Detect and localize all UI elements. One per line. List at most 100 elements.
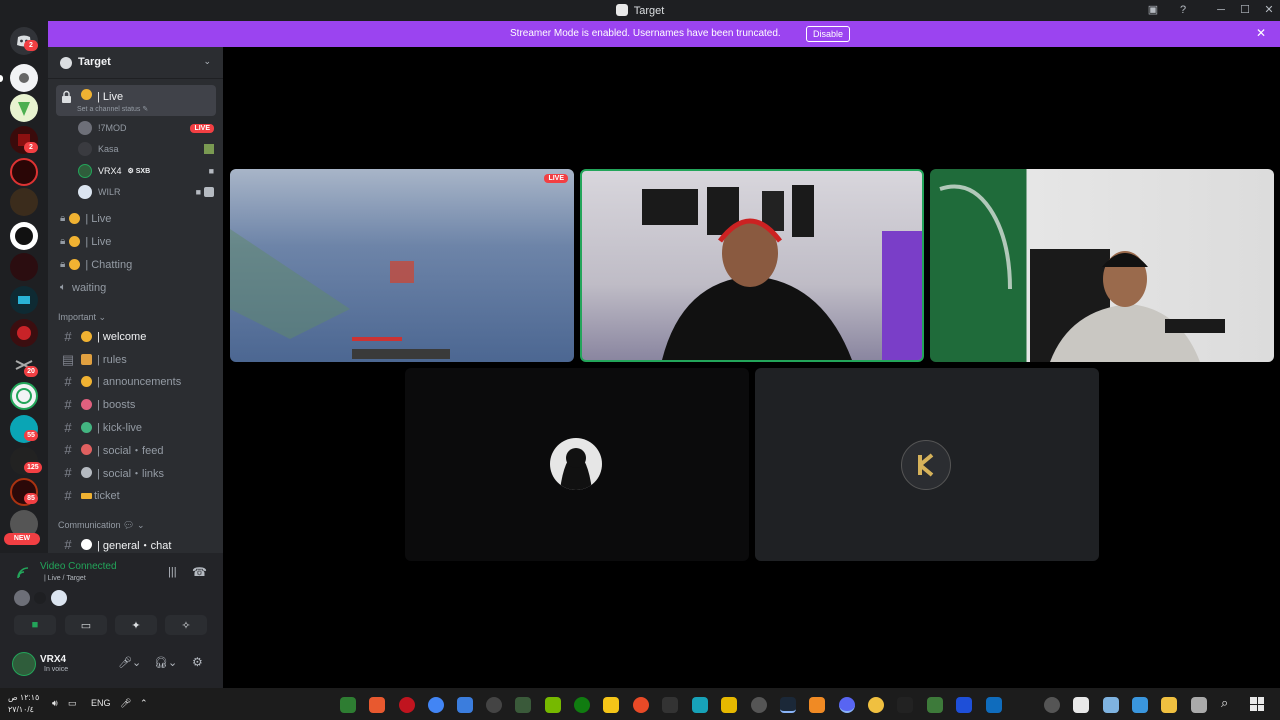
voice-status[interactable]: Video Connected	[40, 561, 117, 572]
server-icon[interactable]	[10, 319, 38, 347]
mic-icon[interactable]: 🎤︎⌄	[118, 656, 141, 669]
capcut-icon[interactable]	[897, 697, 913, 713]
text-channel[interactable]: # | announcements	[56, 371, 216, 392]
settings-icon[interactable]	[1044, 697, 1060, 713]
mic-icon[interactable]: 🎤︎	[120, 698, 131, 709]
steam-icon[interactable]	[780, 697, 796, 713]
task-view-icon[interactable]	[1191, 697, 1207, 713]
voice-channel[interactable]: 🔒︎ | Chatting	[56, 254, 216, 275]
text-channel[interactable]: # | kick-live	[56, 417, 216, 438]
channel-status-hint[interactable]: Set a channel status	[77, 106, 140, 113]
avatar[interactable]	[34, 592, 46, 604]
voice-channel[interactable]: 🔒︎ | Live	[56, 231, 216, 252]
text-channel[interactable]: # | social・feed	[56, 439, 216, 460]
server-icon[interactable]	[10, 64, 38, 92]
app-icon[interactable]	[868, 697, 884, 713]
server-header[interactable]: Target ⌄	[48, 47, 223, 79]
rockstar-icon[interactable]	[721, 697, 737, 713]
epic-games-icon[interactable]	[662, 697, 678, 713]
app-icon[interactable]	[369, 697, 385, 713]
text-channel[interactable]: # | welcome	[56, 326, 216, 347]
server-icon[interactable]	[10, 253, 38, 281]
camera-tile-speaking[interactable]	[580, 169, 924, 362]
close-icon[interactable]: ✕	[1256, 26, 1266, 40]
category-header[interactable]: Important ⌄	[58, 312, 106, 323]
search-icon[interactable]: ⌕	[1221, 695, 1228, 711]
voice-channel-active[interactable]: | Live Set a channel status ✎	[56, 85, 216, 116]
screen-share-button[interactable]: ▭	[65, 615, 107, 635]
app-icon[interactable]	[956, 697, 972, 713]
text-channel[interactable]: # | general・chat	[56, 534, 216, 555]
app-icon[interactable]	[603, 697, 619, 713]
file-explorer-icon[interactable]	[1161, 697, 1177, 713]
voice-channel[interactable]: 🔈︎ waiting	[56, 277, 216, 298]
user-name[interactable]: VRX4	[40, 654, 66, 665]
pencil-icon[interactable]: ✎	[142, 106, 148, 113]
app-icon[interactable]	[1073, 697, 1089, 713]
server-icon[interactable]	[10, 188, 38, 216]
inbox-icon[interactable]: ▣	[1145, 3, 1161, 17]
avatar-tile[interactable]	[405, 368, 749, 561]
windows-icon[interactable]	[1250, 697, 1264, 711]
help-icon[interactable]: ?	[1175, 3, 1191, 17]
app-icon[interactable]	[809, 697, 825, 713]
server-icon[interactable]	[10, 286, 38, 314]
headphones-icon[interactable]: 🎧︎⌄	[154, 656, 177, 669]
app-icon[interactable]	[457, 697, 473, 713]
discord-icon[interactable]	[839, 697, 855, 713]
maximize-button[interactable]: ☐	[1237, 3, 1253, 17]
server-icon[interactable]	[10, 94, 38, 122]
text-channel[interactable]: # ticket	[56, 485, 216, 506]
app-icon[interactable]	[633, 697, 649, 713]
noise-suppression-icon[interactable]: |||	[168, 566, 177, 578]
app-icon[interactable]	[692, 697, 708, 713]
avatar[interactable]	[14, 590, 30, 606]
signal-icon[interactable]	[16, 566, 30, 580]
server-icon[interactable]	[10, 222, 38, 250]
soundboard-button[interactable]: ✧	[165, 615, 207, 635]
outlook-icon[interactable]	[986, 697, 1002, 713]
app-icon[interactable]	[515, 697, 531, 713]
camera-tile[interactable]	[930, 169, 1274, 362]
app-icon[interactable]	[1103, 697, 1119, 713]
close-window-button[interactable]: ✕	[1261, 3, 1277, 17]
text-channel[interactable]: # | social・links	[56, 462, 216, 483]
avatar[interactable]	[51, 590, 67, 606]
user-avatar[interactable]	[12, 652, 36, 676]
stream-tile[interactable]: LIVE	[230, 169, 574, 362]
voice-user[interactable]: WILR ■	[78, 182, 214, 202]
volume-icon[interactable]: 🔊︎	[52, 698, 58, 709]
text-channel[interactable]: ▤ | rules	[56, 349, 216, 370]
voice-user[interactable]: !7MOD LIVE	[78, 118, 214, 138]
opera-icon[interactable]	[399, 697, 415, 713]
text-channel[interactable]: # | boosts	[56, 394, 216, 415]
language-indicator[interactable]: ENG	[91, 698, 111, 708]
app-icon[interactable]	[927, 697, 943, 713]
server-icon[interactable]	[10, 382, 38, 410]
server-icon[interactable]	[10, 158, 38, 186]
xbox-icon[interactable]	[574, 697, 590, 713]
chevron-up-icon[interactable]: ⌃	[140, 698, 148, 709]
voice-location[interactable]: | Live / Target	[44, 575, 86, 582]
disable-button[interactable]: Disable	[806, 26, 851, 42]
clock-time[interactable]: ١٢:١٥ ص	[8, 693, 39, 702]
voice-channel[interactable]: 🔒︎ | Live	[56, 208, 216, 229]
app-icon[interactable]	[1132, 697, 1148, 713]
category-header[interactable]: Communication 💬︎ ⌄	[58, 520, 145, 531]
app-icon[interactable]	[751, 697, 767, 713]
disconnect-icon[interactable]: ☎︎	[192, 565, 207, 579]
nvidia-icon[interactable]	[545, 697, 561, 713]
chrome-icon[interactable]	[428, 697, 444, 713]
app-icon[interactable]	[340, 697, 356, 713]
app-icon[interactable]	[486, 697, 502, 713]
minimize-button[interactable]: ─	[1213, 3, 1229, 17]
voice-user[interactable]: VRX4 ⚙ SXB ■	[78, 161, 214, 181]
activity-button[interactable]: ✦	[115, 615, 157, 635]
camera-button[interactable]: ■	[14, 615, 56, 635]
clock-date[interactable]: ٢٧/١٠/٤	[8, 705, 34, 714]
avatar-tile[interactable]	[755, 368, 1099, 561]
gear-icon[interactable]: ⚙	[192, 655, 203, 669]
network-icon[interactable]: ▭	[68, 698, 77, 709]
voice-user[interactable]: Kasa	[78, 139, 214, 159]
chevron-down-icon[interactable]: ⌄	[203, 56, 211, 67]
